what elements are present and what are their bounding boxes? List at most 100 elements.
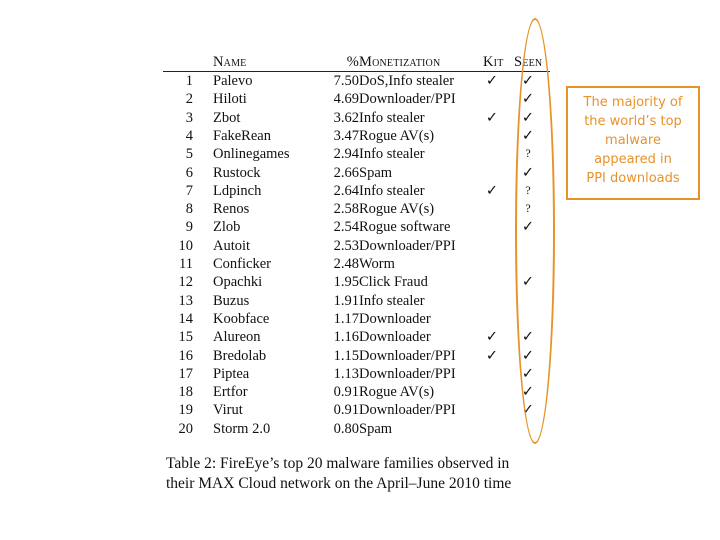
table-row: 17 Piptea 1.13 Downloader/PPI ✓ — [163, 366, 550, 384]
row-monetization: Rogue AV(s) — [359, 127, 435, 144]
table-row: 3 Zbot 3.62 Info stealer ✓ ✓ — [163, 110, 550, 128]
row-name: Buzus — [213, 292, 250, 309]
row-rank: 3 — [185, 109, 193, 126]
row-name: Onlinegames — [213, 146, 290, 163]
row-percent: 1.16 — [333, 329, 359, 346]
row-monetization: Downloader/PPI — [359, 365, 456, 382]
row-rank: 9 — [185, 219, 193, 236]
row-rank: 12 — [178, 274, 194, 291]
caption-line-1: Table 2: FireEye’s top 20 malware famili… — [166, 455, 510, 472]
row-rank: 4 — [185, 127, 193, 144]
row-name: Zbot — [213, 109, 241, 126]
row-monetization: Rogue AV(s) — [359, 384, 435, 401]
table-caption: Table 2: FireEye’s top 20 malware famili… — [166, 454, 556, 494]
annotation-line: malware — [605, 133, 661, 148]
row-monetization: Spam — [359, 420, 393, 437]
table-row: 2 Hiloti 4.69 Downloader/PPI ✓ — [163, 91, 550, 109]
row-rank: 14 — [178, 310, 194, 327]
annotation-line: PPI downloads — [586, 171, 680, 186]
row-monetization: Rogue AV(s) — [359, 201, 435, 218]
row-monetization: DoS,Info stealer — [359, 73, 455, 89]
table-row: 10 Autoit 2.53 Downloader/PPI — [163, 238, 550, 256]
row-name: Bredolab — [213, 347, 267, 364]
row-percent: 3.62 — [333, 109, 359, 126]
row-monetization: Click Fraud — [359, 274, 428, 291]
row-name: Piptea — [213, 365, 250, 382]
row-monetization: Info stealer — [359, 146, 425, 163]
row-rank: 6 — [185, 164, 193, 181]
table-row: 1 Palevo 7.50 DoS,Info stealer ✓ ✓ — [163, 73, 550, 91]
table-header: Name % Monetization Kit Seen — [163, 50, 550, 70]
row-kit: ✓ — [485, 329, 499, 346]
header-percent: % — [346, 54, 359, 70]
row-percent: 2.53 — [333, 237, 359, 254]
row-percent: 1.95 — [333, 274, 359, 291]
row-percent: 3.47 — [333, 127, 359, 144]
header-kit: Kit — [483, 54, 504, 70]
annotation-line: The majority of — [583, 95, 683, 110]
row-percent: 0.80 — [333, 420, 359, 437]
row-rank: 1 — [185, 73, 193, 89]
row-name: Ldpinch — [213, 182, 262, 199]
row-monetization: Downloader/PPI — [359, 237, 456, 254]
row-name: Hiloti — [213, 91, 247, 108]
table-row: 16 Bredolab 1.15 Downloader/PPI ✓ ✓ — [163, 348, 550, 366]
table-row: 11 Conficker 2.48 Worm — [163, 256, 550, 274]
row-name: Conficker — [213, 256, 271, 272]
row-percent: 7.50 — [333, 73, 359, 89]
row-rank: 20 — [178, 420, 194, 437]
row-monetization: Downloader/PPI — [359, 402, 456, 419]
row-percent: 1.91 — [333, 292, 359, 309]
row-monetization: Rogue software — [359, 219, 451, 236]
row-rank: 5 — [185, 146, 193, 163]
row-rank: 13 — [178, 292, 194, 309]
row-percent: 2.94 — [333, 146, 359, 163]
row-name: Renos — [213, 201, 250, 218]
row-percent: 1.17 — [333, 310, 359, 327]
row-rank: 10 — [178, 237, 194, 254]
row-rank: 19 — [178, 402, 194, 419]
row-monetization: Downloader/PPI — [359, 347, 456, 364]
row-name: Ertfor — [213, 384, 248, 401]
table-row: 20 Storm 2.0 0.80 Spam — [163, 421, 550, 439]
table-row: 14 Koobface 1.17 Downloader — [163, 311, 550, 329]
row-percent: 1.13 — [333, 365, 359, 382]
row-rank: 7 — [185, 182, 193, 199]
row-name: Zlob — [213, 219, 241, 236]
row-name: Opachki — [213, 274, 263, 291]
highlight-ellipse — [515, 18, 555, 444]
row-name: Autoit — [213, 237, 251, 254]
header-name: Name — [213, 54, 247, 70]
table-row: 6 Rustock 2.66 Spam ✓ — [163, 165, 550, 183]
row-percent: 0.91 — [333, 402, 359, 419]
row-name: FakeRean — [213, 127, 271, 144]
row-rank: 16 — [178, 347, 194, 364]
row-kit: ✓ — [485, 73, 499, 89]
row-monetization: Info stealer — [359, 292, 425, 309]
row-name: Alureon — [213, 329, 261, 346]
row-percent: 2.54 — [333, 219, 359, 236]
row-kit: ✓ — [485, 182, 499, 199]
row-rank: 2 — [185, 91, 193, 108]
table-row: 18 Ertfor 0.91 Rogue AV(s) ✓ — [163, 384, 550, 402]
row-name: Rustock — [213, 164, 261, 181]
row-rank: 8 — [185, 201, 193, 218]
row-monetization: Info stealer — [359, 109, 425, 126]
row-percent: 2.66 — [333, 164, 359, 181]
row-kit: ✓ — [485, 109, 499, 126]
row-percent: 2.58 — [333, 201, 359, 218]
header-rule — [163, 71, 550, 72]
row-monetization: Downloader — [359, 329, 431, 346]
row-rank: 17 — [178, 365, 194, 382]
row-percent: 4.69 — [333, 91, 359, 108]
table-row: 4 FakeRean 3.47 Rogue AV(s) ✓ — [163, 128, 550, 146]
row-name: Palevo — [213, 73, 253, 89]
row-percent: 2.48 — [333, 256, 359, 272]
row-percent: 1.15 — [333, 347, 359, 364]
header-monetization: Monetization — [359, 54, 441, 70]
table-row: 7 Ldpinch 2.64 Info stealer ✓? — [163, 183, 550, 201]
row-monetization: Downloader/PPI — [359, 91, 456, 108]
table-row: 15 Alureon 1.16 Downloader ✓ ✓ — [163, 329, 550, 347]
row-monetization: Spam — [359, 164, 393, 181]
row-name: Storm 2.0 — [213, 420, 271, 437]
